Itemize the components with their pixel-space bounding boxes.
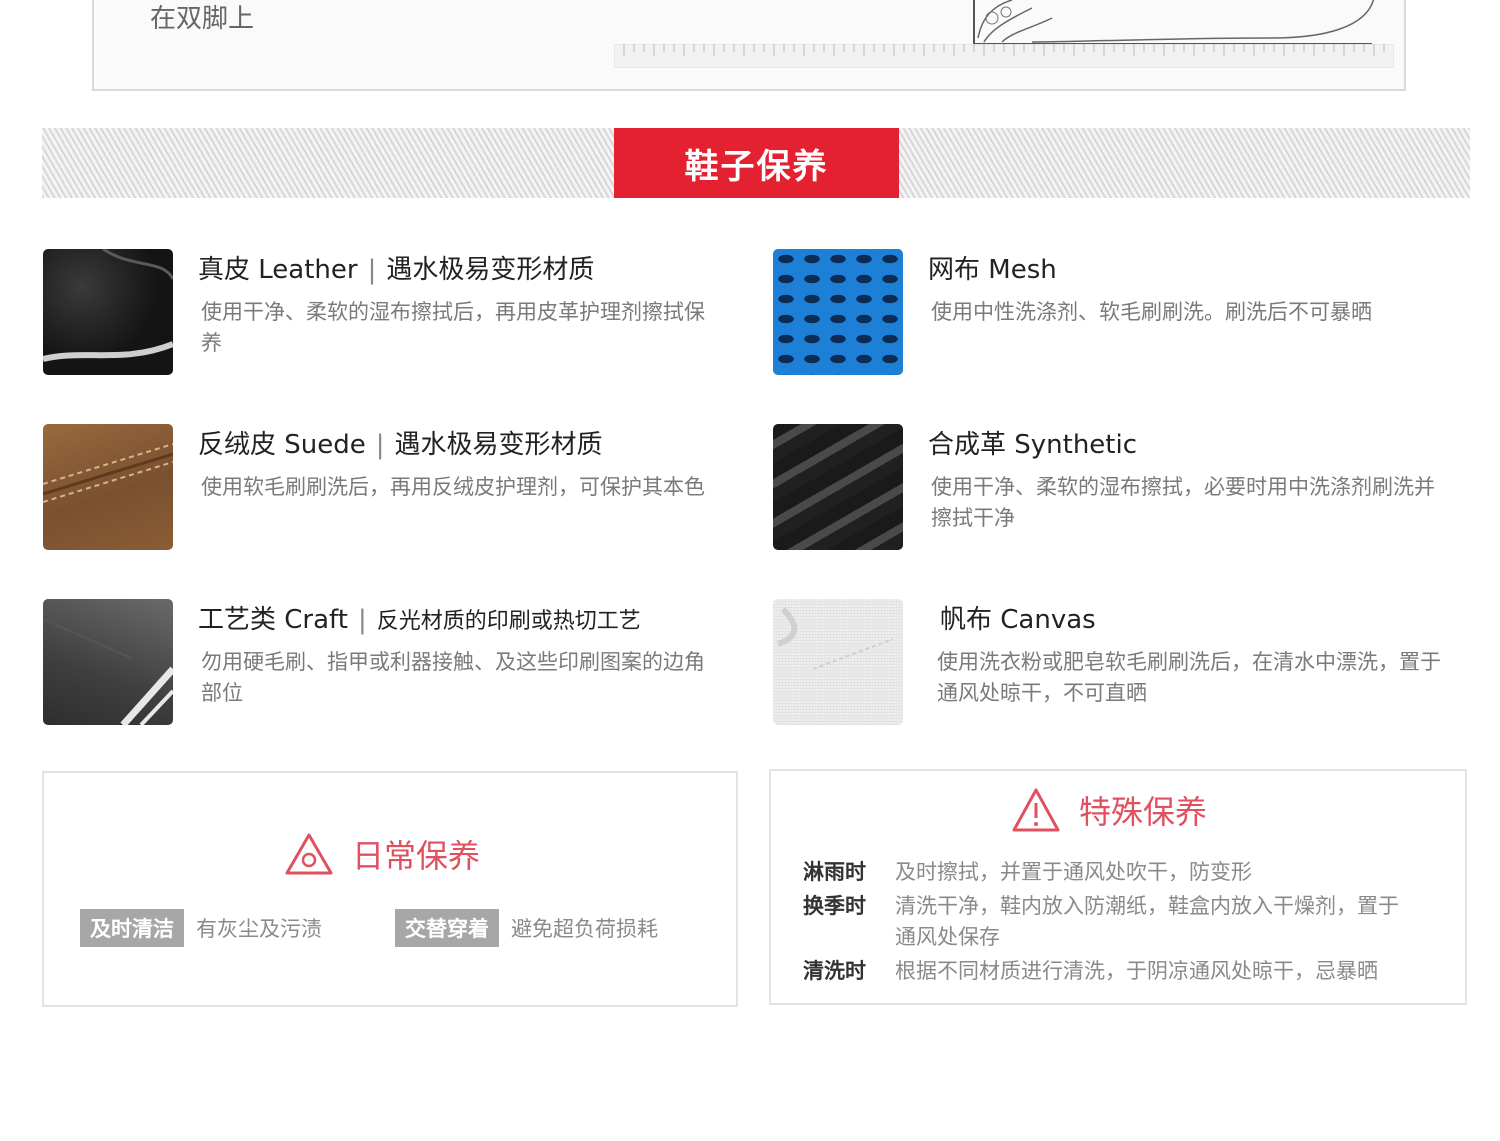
daily-care-panel: 日常保养 及时清洁 有灰尘及污渍 交替穿着 避免超负荷损耗 [42, 771, 738, 1007]
material-title: 帆布 Canvas [940, 599, 1096, 636]
ruler-scale [614, 44, 1394, 68]
tag-text: 有灰尘及污渍 [196, 917, 322, 941]
material-title: 工艺类 Craft | 反光材质的印刷或热切工艺 [198, 599, 641, 636]
section-title: 鞋子保养 [614, 128, 899, 198]
material-description: 使用软毛刷刷洗后，再用反绒皮护理剂，可保护其本色 [201, 475, 705, 499]
tag-label: 及时清洁 [80, 909, 184, 947]
row-key: 淋雨时 [803, 860, 866, 884]
daily-tag-alternate: 交替穿着 避免超负荷损耗 [395, 909, 658, 947]
row-key: 清洗时 [803, 959, 866, 983]
row-value: 及时擦拭，并置于通风处吹干，防变形 [895, 860, 1252, 884]
measurement-panel: 在双脚上 [92, 0, 1406, 91]
material-title: 真皮 Leather | 遇水极易变形材质 [198, 249, 594, 286]
material-name: 工艺类 Craft [198, 605, 348, 635]
craft-swatch-image [43, 599, 173, 725]
material-name: 合成革 Synthetic [928, 430, 1138, 460]
foot-sketch-image [973, 0, 1375, 45]
warning-icon [1012, 788, 1060, 832]
material-name: 真皮 Leather [198, 255, 358, 285]
daily-care-heading: 日常保养 [284, 831, 480, 877]
material-title: 网布 Mesh [928, 249, 1057, 286]
measurement-caption: 在双脚上 [150, 4, 255, 34]
material-description: 使用洗衣粉或肥皂软毛刷刷洗后，在清水中漂洗，置于通风处晾干，不可直晒 [937, 650, 1441, 705]
special-care-heading: 特殊保养 [1011, 787, 1207, 833]
material-title: 合成革 Synthetic [928, 424, 1137, 461]
special-care-title: 特殊保养 [1079, 793, 1208, 831]
daily-tag-clean: 及时清洁 有灰尘及污渍 [80, 909, 322, 947]
warning-circle-icon [285, 833, 333, 875]
material-name: 帆布 Canvas [940, 605, 1096, 635]
material-description: 使用干净、柔软的湿布擦拭后，再用皮革护理剂擦拭保养 [201, 300, 705, 355]
material-note: 反光材质的印刷或热切工艺 [376, 609, 641, 634]
daily-care-title: 日常保养 [352, 837, 481, 875]
row-value: 清洗干净，鞋内放入防潮纸，鞋盒内放入干燥剂，置于通风处保存 [895, 894, 1399, 949]
material-note: 遇水极易变形材质 [386, 255, 595, 285]
synthetic-swatch-image [773, 424, 903, 550]
separator: | [357, 605, 367, 635]
separator: | [367, 255, 377, 285]
material-name: 反绒皮 Suede [198, 430, 366, 460]
row-key: 换季时 [803, 894, 866, 918]
material-description: 使用中性洗涤剂、软毛刷刷洗。刷洗后不可暴晒 [931, 300, 1372, 324]
tag-text: 避免超负荷损耗 [511, 917, 658, 941]
row-value: 根据不同材质进行清洗，于阴凉通风处晾干，忌暴晒 [895, 959, 1378, 983]
tag-label: 交替穿着 [395, 909, 499, 947]
material-name: 网布 Mesh [928, 255, 1057, 285]
special-care-panel: 特殊保养 淋雨时 及时擦拭，并置于通风处吹干，防变形 换季时 清洗干净，鞋内放入… [769, 769, 1467, 1005]
material-description: 勿用硬毛刷、指甲或利器接触、及这些印刷图案的边角部位 [201, 650, 705, 705]
mesh-swatch-image [773, 249, 903, 375]
separator: | [375, 430, 385, 460]
material-description: 使用干净、柔软的湿布擦拭，必要时用中洗涤剂刷洗并擦拭干净 [931, 475, 1435, 530]
material-title: 反绒皮 Suede | 遇水极易变形材质 [198, 424, 603, 461]
suede-swatch-image [43, 424, 173, 550]
material-note: 遇水极易变形材质 [394, 430, 603, 460]
leather-swatch-image [43, 249, 173, 375]
canvas-swatch-image [773, 599, 903, 725]
